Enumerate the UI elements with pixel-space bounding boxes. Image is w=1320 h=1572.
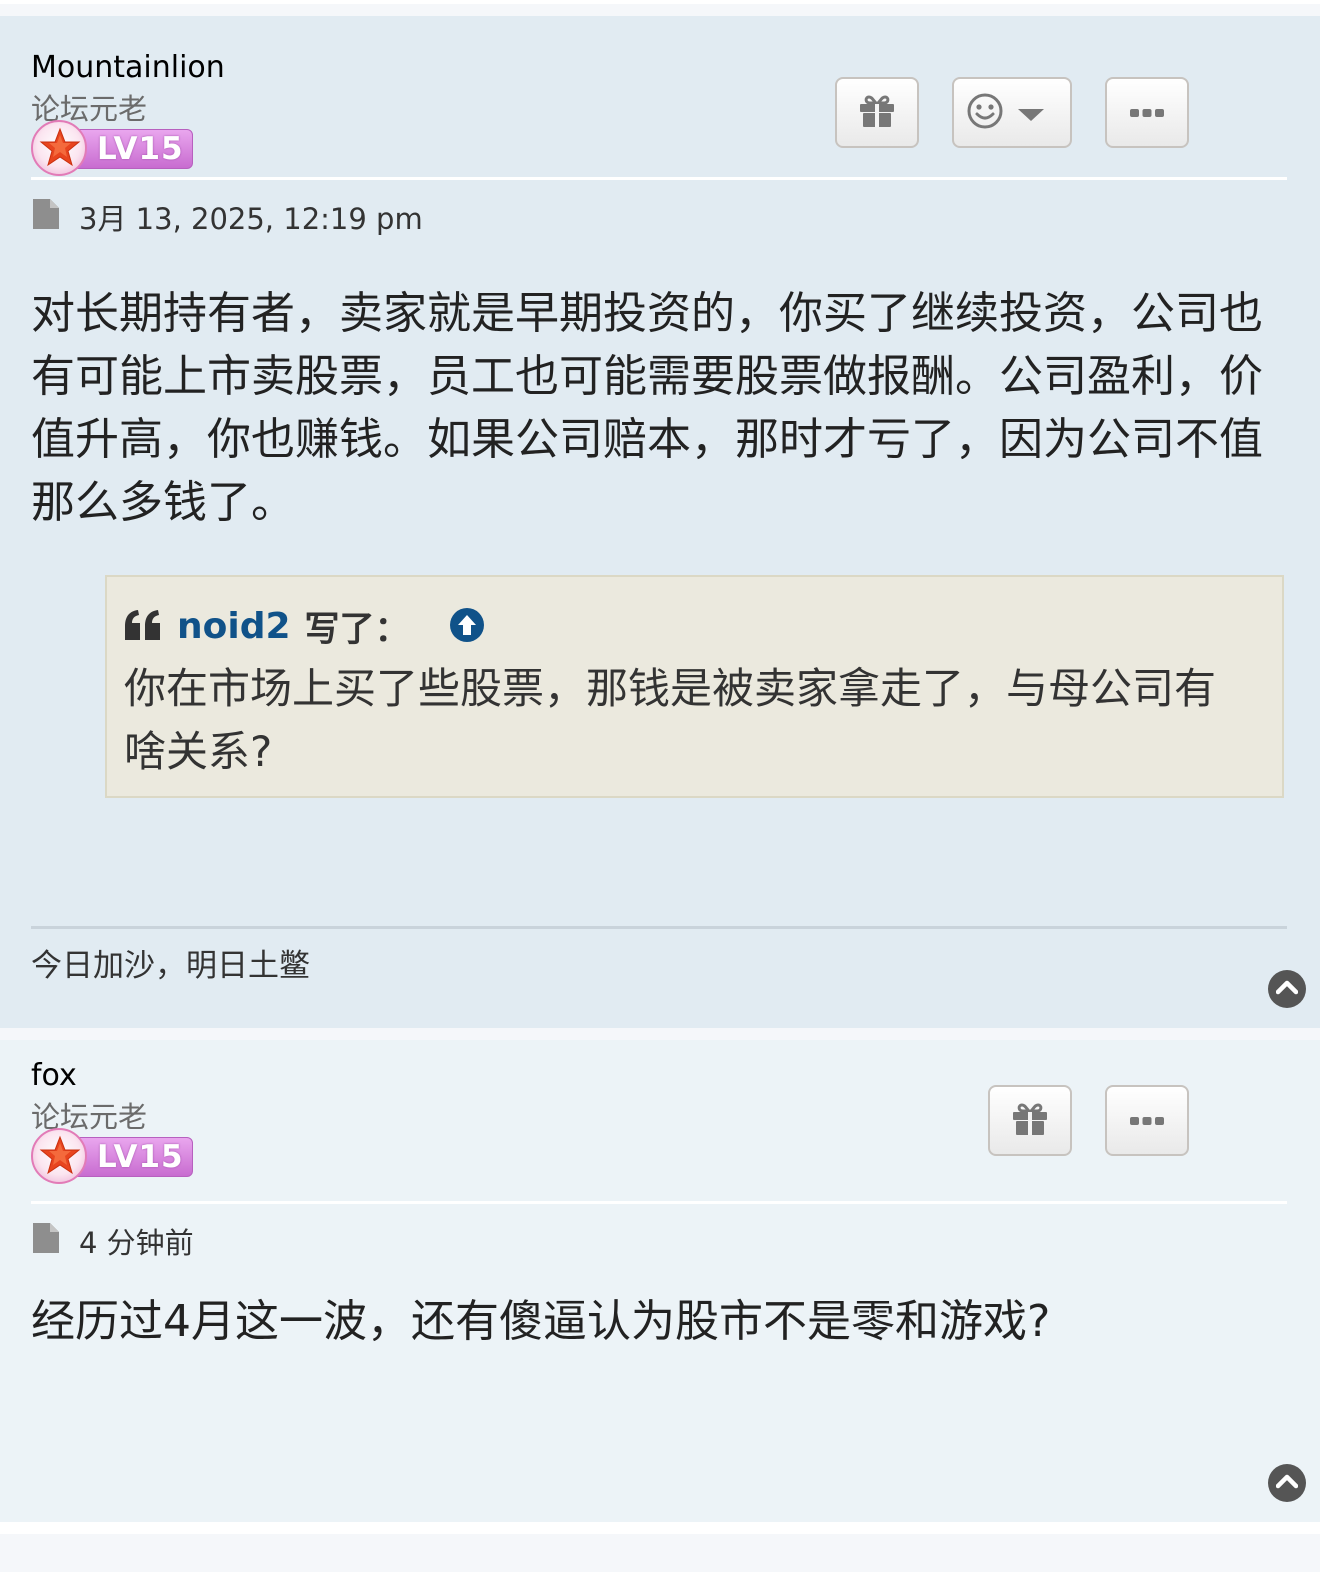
gift-icon xyxy=(1011,1102,1049,1140)
post-date: 3月 13, 2025, 12:19 pm xyxy=(79,202,423,236)
post-date: 4 分钟前 xyxy=(79,1226,194,1260)
signature: 今日加沙，明日土鳖 xyxy=(31,948,310,984)
chevron-up-icon xyxy=(1275,1473,1299,1493)
post-header-divider xyxy=(31,177,1287,180)
post-1: Mountainlion 论坛元老 LV15 3月 13, 2025, 12:1… xyxy=(0,16,1320,1028)
level-badge: LV15 xyxy=(31,120,195,178)
bottom-separator xyxy=(0,1522,1320,1534)
more-options-button[interactable] xyxy=(1105,77,1189,148)
quote-mark-icon xyxy=(123,608,163,646)
caret-down-icon xyxy=(1018,107,1044,126)
gift-button[interactable] xyxy=(988,1085,1072,1156)
quote-block: noid2 写了： 你在市场上买了些股票，那钱是被卖家拿走了，与母公司有啥关系? xyxy=(105,575,1284,798)
more-icon xyxy=(1129,103,1165,122)
more-icon xyxy=(1129,1111,1165,1130)
quote-wrote-label: 写了： xyxy=(304,610,410,650)
back-to-top-button[interactable] xyxy=(1268,970,1306,1008)
more-options-button[interactable] xyxy=(1105,1085,1189,1156)
quote-cite: noid2 写了： xyxy=(123,601,486,652)
level-label: LV15 xyxy=(97,1139,184,1175)
post-author[interactable]: Mountainlion xyxy=(31,50,225,85)
chevron-up-icon xyxy=(1275,979,1299,999)
arrow-up-circle-icon[interactable] xyxy=(448,606,486,648)
top-gap xyxy=(0,0,1320,16)
level-label: LV15 xyxy=(97,131,184,167)
post-meta: 4 分钟前 xyxy=(31,1220,194,1262)
star-medal-icon xyxy=(31,1128,87,1184)
back-to-top-button[interactable] xyxy=(1268,1464,1306,1502)
post-separator xyxy=(0,1028,1320,1040)
quote-text: 你在市场上买了些股票，那钱是被卖家拿走了，与母公司有啥关系? xyxy=(124,664,1217,776)
level-badge: LV15 xyxy=(31,1128,195,1186)
post-header-divider xyxy=(31,1201,1287,1204)
post-meta: 3月 13, 2025, 12:19 pm xyxy=(31,196,423,238)
smiley-icon xyxy=(966,92,1004,134)
post-document-icon[interactable] xyxy=(31,197,61,238)
post-document-icon[interactable] xyxy=(31,1221,61,1262)
gift-button[interactable] xyxy=(835,77,919,148)
star-medal-icon xyxy=(31,120,87,176)
post-author[interactable]: fox xyxy=(31,1058,77,1093)
quote-author-link[interactable]: noid2 xyxy=(177,606,291,647)
post-content: 经历过4月这一波，还有傻逼认为股市不是零和游戏? xyxy=(31,1296,1051,1347)
post-2: fox 论坛元老 LV15 4 分钟前 经历过4月这一波，还有傻逼认为股市不是零… xyxy=(0,1040,1320,1522)
reaction-button[interactable] xyxy=(952,77,1072,148)
gift-icon xyxy=(858,94,896,132)
post-content: 对长期持有者，卖家就是早期投资的，你买了继续投资，公司也有可能上市卖股票，员工也… xyxy=(31,288,1263,528)
signature-divider xyxy=(31,926,1287,929)
